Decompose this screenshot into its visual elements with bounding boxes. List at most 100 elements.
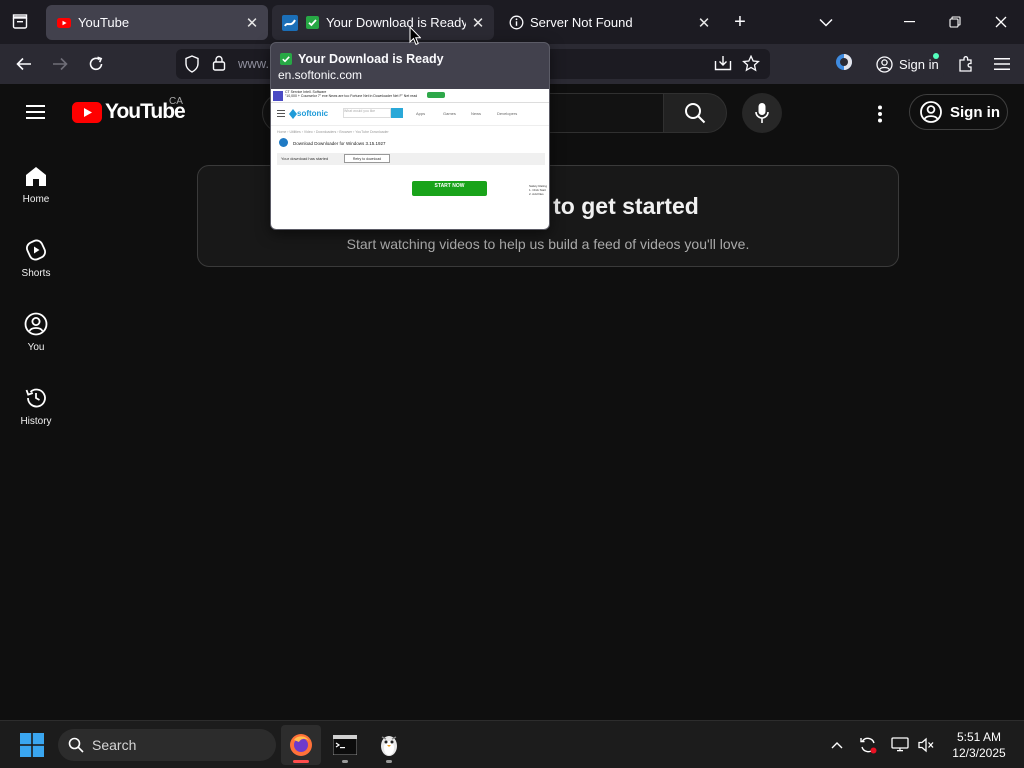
windows-taskbar: Search 5:51 AM 12/3/2025 <box>0 720 1024 768</box>
sign-in-label: Sign in <box>950 103 1000 121</box>
close-window-button[interactable] <box>978 6 1024 38</box>
new-tab-button[interactable]: + <box>728 9 752 35</box>
close-tab-icon[interactable]: ✕ <box>240 11 264 35</box>
account-icon <box>876 55 893 73</box>
history-icon <box>24 382 48 414</box>
sign-in-label: Sign in <box>899 56 939 72</box>
guide-item-shorts[interactable]: Shorts <box>0 230 72 296</box>
reload-icon <box>89 56 103 71</box>
windows-logo-icon <box>20 733 44 757</box>
guide-item-history[interactable]: History <box>0 378 72 444</box>
downloads-icon[interactable] <box>714 55 732 76</box>
youtube-logo[interactable]: YouTube CA <box>72 96 186 124</box>
tab-title: Your Download is Ready <box>326 15 466 30</box>
guide-menu-button[interactable] <box>22 102 50 122</box>
close-icon <box>995 16 1007 28</box>
close-tab-icon[interactable]: ✕ <box>466 11 490 35</box>
lock-icon[interactable] <box>212 55 226 76</box>
bookmark-star-icon[interactable] <box>742 54 760 77</box>
tab-strip: YouTube ✕ Your Download is Ready ✕ Serve… <box>0 0 1024 44</box>
tab-youtube[interactable]: YouTube ✕ <box>46 5 268 40</box>
taskbar-search-label: Search <box>92 737 137 753</box>
show-hidden-icons-button[interactable] <box>827 735 847 755</box>
taskbar-app-penguin[interactable] <box>369 725 409 765</box>
tray-volume-icon[interactable] <box>916 735 936 755</box>
softonic-favicon-icon <box>282 14 298 31</box>
mouse-cursor-icon <box>409 26 421 46</box>
hamburger-menu-icon <box>994 58 1010 70</box>
chevron-down-icon <box>819 18 833 27</box>
terminal-icon <box>333 735 357 755</box>
running-indicator <box>342 760 348 763</box>
tray-sync-icon[interactable] <box>858 735 878 755</box>
list-all-tabs-button[interactable] <box>814 9 838 35</box>
notification-dot <box>933 53 939 59</box>
thumb-nav-games: Games <box>443 111 456 116</box>
taskbar-app-firefox[interactable] <box>281 725 321 765</box>
guide-item-home[interactable]: Home <box>0 156 72 222</box>
thumb-softonic-logo-icon <box>289 109 297 119</box>
restore-icon <box>949 16 961 28</box>
thumb-ad-logo <box>273 91 283 101</box>
account-icon <box>920 101 942 123</box>
taskbar-clock[interactable]: 5:51 AM 12/3/2025 <box>946 729 1012 761</box>
sync-icon <box>860 737 877 754</box>
firefox-view-icon <box>12 14 28 29</box>
tray-network-icon[interactable] <box>890 735 910 755</box>
empty-feed-subtext: Start watching videos to help us build a… <box>346 236 750 252</box>
guide-item-you[interactable]: You <box>0 304 72 370</box>
tab-server-not-found[interactable]: Server Not Found ✕ <box>498 5 720 40</box>
firefox-icon <box>290 734 312 756</box>
start-button[interactable] <box>20 733 44 757</box>
settings-more-button[interactable] <box>866 100 894 128</box>
back-button[interactable] <box>10 50 38 78</box>
info-icon <box>508 15 524 31</box>
volume-muted-icon <box>918 737 934 753</box>
search-button[interactable] <box>663 93 727 133</box>
thumb-brand: softonic <box>297 109 329 118</box>
voice-search-button[interactable] <box>742 93 782 133</box>
thumb-retry-button: Retry to download <box>344 154 390 163</box>
tracking-protection-icon[interactable] <box>184 55 200 78</box>
clock-time: 5:51 AM <box>956 730 1002 744</box>
preview-thumbnail: CT Service Intell. Software "10,000 + Cou… <box>271 89 549 229</box>
account-sign-in-button[interactable]: Sign in <box>868 49 944 79</box>
tab-title: YouTube <box>78 15 130 30</box>
app-menu-button[interactable] <box>988 50 1016 78</box>
dark-mode-extension-icon <box>836 54 852 70</box>
minimize-icon <box>903 21 915 23</box>
taskbar-app-terminal[interactable] <box>325 725 365 765</box>
network-icon <box>891 737 909 752</box>
firefox-view-button[interactable] <box>6 8 34 36</box>
forward-button[interactable] <box>46 50 74 78</box>
checkmark-icon <box>280 53 292 65</box>
thumb-ad-text: CT Service Intell. Software "10,000 + Cou… <box>285 90 418 98</box>
youtube-play-logo-icon <box>72 101 102 123</box>
reload-button[interactable] <box>82 50 110 78</box>
taskbar-search-box[interactable]: Search <box>58 729 276 761</box>
thumb-download-title: Download Downloader for Windows 3.15.192… <box>293 141 386 146</box>
country-code: CA <box>169 96 183 107</box>
extension-button[interactable] <box>834 52 860 78</box>
thumb-menu-icon <box>277 110 285 117</box>
tab-download-ready[interactable]: Your Download is Ready ✕ <box>272 5 494 40</box>
youtube-sign-in-button[interactable]: Sign in <box>909 94 1008 130</box>
you-icon <box>24 308 48 340</box>
thumb-search: What would you like <box>343 108 391 118</box>
minimize-button[interactable] <box>886 6 932 38</box>
thumb-app-icon <box>279 138 288 147</box>
restore-button[interactable] <box>932 6 978 38</box>
more-vertical-icon <box>878 105 882 123</box>
shorts-icon <box>25 234 47 266</box>
guide-label: You <box>27 342 45 353</box>
close-tab-icon[interactable]: ✕ <box>692 11 716 35</box>
running-indicator <box>386 760 392 763</box>
penguin-app-icon <box>381 736 397 756</box>
active-indicator <box>293 760 309 763</box>
tab-title: Server Not Found <box>530 15 633 30</box>
back-arrow-icon <box>16 57 31 71</box>
extensions-button[interactable] <box>952 50 980 78</box>
forward-arrow-icon <box>53 57 68 71</box>
thumb-start-now-button: START NOW <box>412 181 487 196</box>
preview-domain: en.softonic.com <box>278 68 363 82</box>
